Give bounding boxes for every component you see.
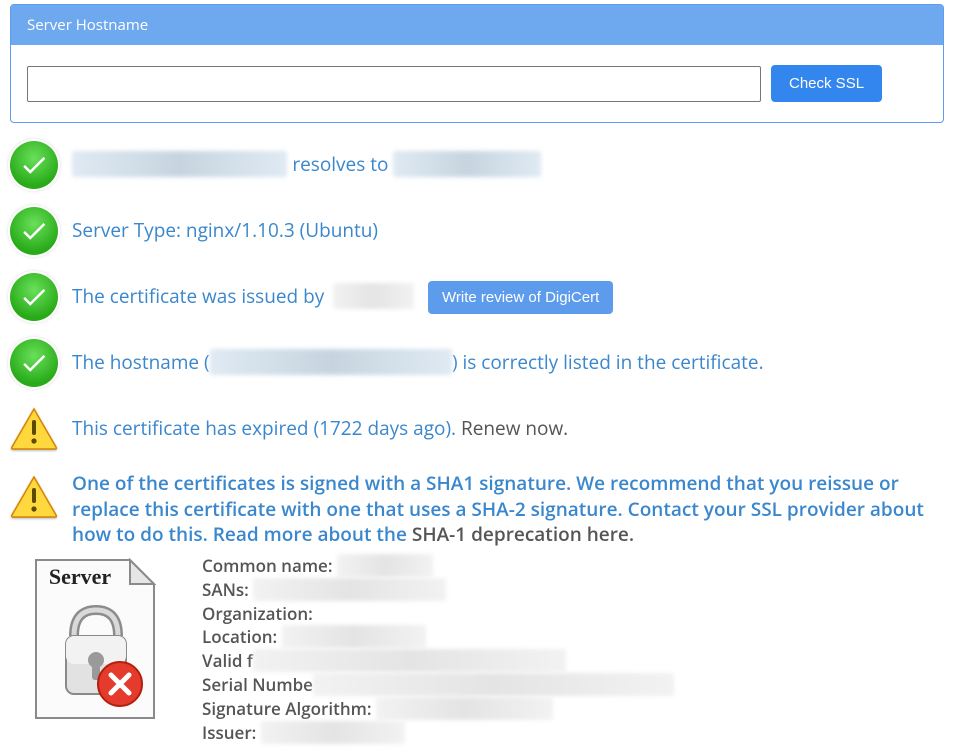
server-type-text: Server Type: nginx/1.10.3 (Ubuntu) bbox=[72, 218, 944, 244]
issuer-name: ██████ bbox=[333, 283, 414, 309]
sha1-link[interactable]: SHA-1 deprecation here bbox=[412, 521, 629, 547]
result-row-hostname-listed: The hostname (██████████████████) is cor… bbox=[10, 339, 944, 387]
hostname-listed-post: ) is correctly listed in the certificate… bbox=[452, 349, 764, 375]
issuer-label: Issuer: bbox=[202, 721, 256, 744]
server-cert-icon: Server bbox=[16, 554, 166, 729]
renew-now-link[interactable]: Renew now bbox=[461, 415, 563, 441]
loc-label: Location: bbox=[202, 625, 277, 648]
result-row-sha1: One of the certificates is signed with a… bbox=[10, 471, 944, 548]
cn-value: ████████ bbox=[337, 554, 433, 577]
resolves-text: resolves to bbox=[292, 151, 393, 177]
sigalg-label: Signature Algorithm: bbox=[202, 697, 372, 720]
check-icon bbox=[10, 273, 58, 321]
check-icon bbox=[10, 141, 58, 189]
warning-icon bbox=[10, 473, 58, 521]
sans-label: SANs: bbox=[202, 578, 249, 601]
valid-label: Valid f bbox=[202, 649, 253, 672]
result-row-issuer: The certificate was issued by ██████ Wri… bbox=[10, 273, 944, 321]
panel-heading: Server Hostname bbox=[11, 5, 943, 45]
result-row-expired: This certificate has expired (1722 days … bbox=[10, 405, 944, 453]
cn-label: Common name: bbox=[202, 554, 333, 577]
hostname-input[interactable] bbox=[27, 66, 761, 102]
server-label-text: Server bbox=[49, 564, 112, 589]
result-row-server-type: Server Type: nginx/1.10.3 (Ubuntu) bbox=[10, 207, 944, 255]
check-icon bbox=[10, 339, 58, 387]
loc-value: ████████████ bbox=[282, 625, 427, 648]
certificate-details: Server Common name: ████████ bbox=[10, 554, 944, 744]
result-row-resolves: ████████████████ resolves to ███████████ bbox=[10, 141, 944, 189]
warning-icon bbox=[10, 405, 58, 453]
valid-value: ██████████████████████████ bbox=[253, 649, 566, 672]
serial-label: Serial Numbe bbox=[202, 673, 313, 696]
resolves-ip: ███████████ bbox=[393, 151, 541, 177]
hostname-panel: Server Hostname Check SSL bbox=[10, 4, 944, 123]
panel-body: Check SSL bbox=[11, 45, 943, 122]
sans-value: ████████████████ bbox=[253, 578, 446, 601]
org-label: Organization: bbox=[202, 602, 313, 625]
sigalg-value: s██████████████ bbox=[376, 697, 553, 720]
resolves-hostname: ████████████████ bbox=[72, 151, 287, 177]
check-icon bbox=[10, 207, 58, 255]
hostname-listed-value: ██████████████████ bbox=[210, 349, 452, 375]
check-ssl-button[interactable]: Check SSL bbox=[771, 65, 882, 102]
expired-text: This certificate has expired (1722 days … bbox=[72, 415, 461, 441]
write-review-button[interactable]: Write review of DigiCert bbox=[428, 281, 613, 314]
hostname-listed-pre: The hostname ( bbox=[72, 349, 210, 375]
issuer-value: ████████████ bbox=[261, 721, 406, 744]
issuer-prefix: The certificate was issued by bbox=[72, 283, 324, 309]
serial-value: ██████████████████████████████ bbox=[313, 673, 674, 696]
